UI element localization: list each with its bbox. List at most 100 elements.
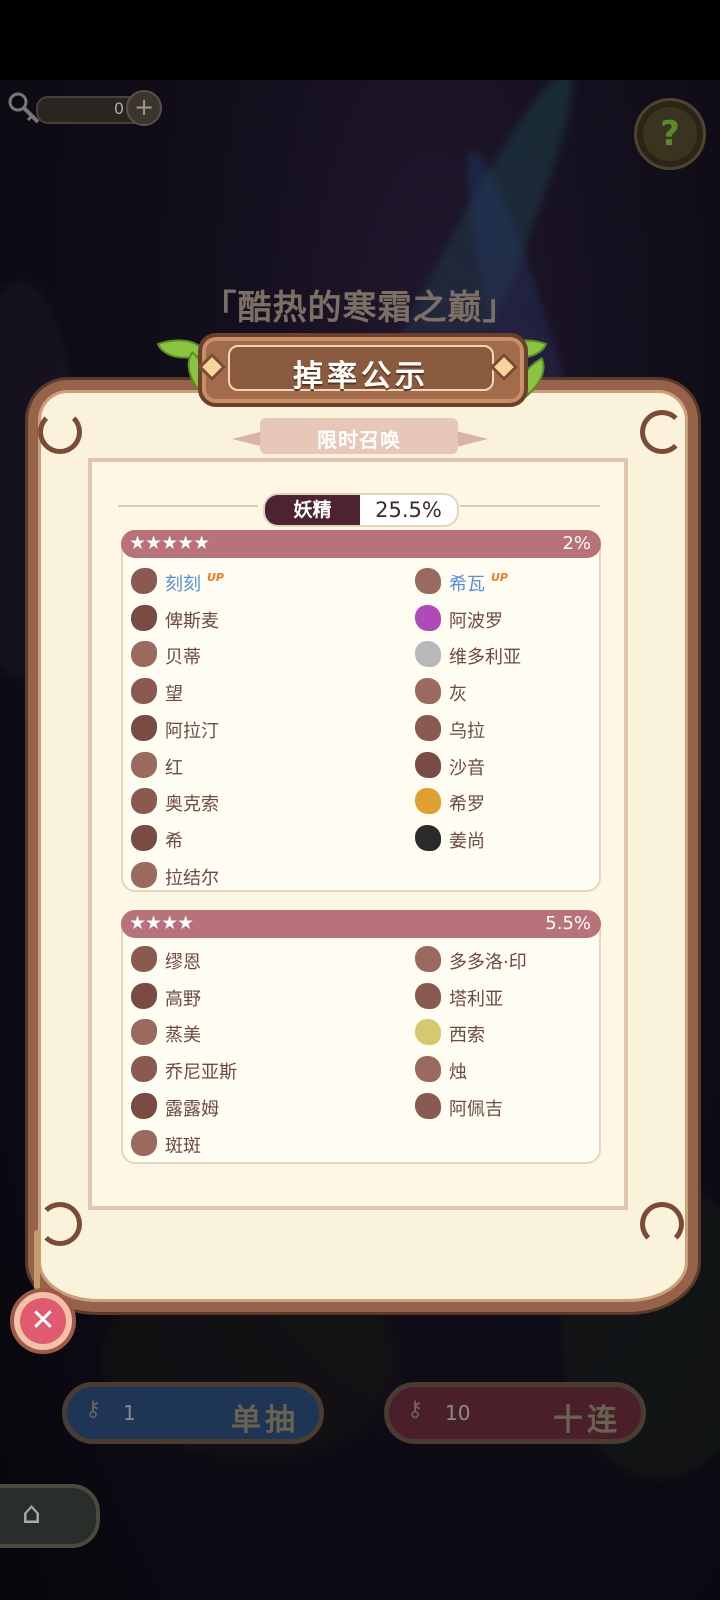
title-plate: 掉率公示 (198, 333, 528, 407)
reward-item-name: 高野 (165, 988, 201, 1010)
reward-item-name: 贝蒂 (165, 647, 201, 669)
corner-ornament-icon (640, 410, 684, 454)
reward-item: 西索 (415, 1017, 665, 1049)
flower-icon (131, 1056, 157, 1083)
reward-item: 希罗 (415, 786, 665, 818)
lamp-icon (131, 714, 157, 741)
reward-item-name: 拉结尔 (165, 867, 219, 889)
divider-right (460, 505, 600, 507)
reward-item: 贝蒂 (131, 639, 381, 671)
reward-item-name: 望 (165, 684, 183, 706)
reward-item-name: 刻刻 (165, 574, 201, 595)
reward-item-name: 乔尼亚斯 (165, 1062, 237, 1084)
tier-rate: 2% (562, 533, 591, 554)
key-count: 0 (113, 99, 124, 118)
reward-item-name: 缪恩 (165, 952, 201, 973)
glasses-icon (415, 1092, 441, 1119)
plate-icon (415, 641, 441, 668)
reward-item: 奥克索 (131, 786, 381, 818)
reward-item-name: 维多利亚 (449, 647, 521, 669)
hammer-icon (131, 982, 157, 1009)
category-rate: 25.5% (375, 498, 442, 522)
reward-item: 烛 (415, 1054, 665, 1086)
reward-item-name: 希罗 (449, 794, 485, 816)
bun-icon (131, 1019, 157, 1046)
drum-icon (131, 1129, 157, 1156)
reward-item: 乌拉 (415, 713, 665, 745)
reward-item-name: 多多洛·印 (449, 952, 527, 973)
status-bar (0, 0, 720, 80)
category-name: 妖精 (265, 495, 360, 525)
bead-chain-icon (131, 568, 157, 594)
title-plate-inner: 掉率公示 (228, 345, 494, 394)
reward-item-name: 塔利亚 (449, 988, 503, 1010)
reward-item: 阿波罗 (415, 603, 665, 635)
tape-roll-icon (415, 1019, 441, 1046)
key-icon: ⚷ (85, 1397, 102, 1422)
test-tube-icon (131, 1092, 157, 1119)
reward-item: 乔尼亚斯 (131, 1054, 381, 1086)
up-badge: UP (207, 571, 224, 584)
reward-item-name: 灰 (449, 684, 467, 706)
reward-item-name: 姜尚 (449, 830, 485, 852)
draw-cost: 10 (445, 1401, 471, 1425)
reward-item-name: 烛 (449, 1062, 467, 1084)
feather-icon (131, 861, 157, 888)
swirl-icon (131, 788, 157, 815)
draw-label: 十连 (553, 1403, 621, 1438)
reward-item: 蒸美 (131, 1017, 381, 1049)
reward-item-name: 阿拉汀 (165, 720, 219, 742)
scroll-icon (131, 678, 157, 705)
reward-item: 拉结尔 (131, 860, 381, 892)
reward-item: 希瓦 UP (415, 566, 665, 598)
corner-ornament-icon (38, 410, 82, 454)
reward-item-name: 阿佩吉 (449, 1098, 503, 1120)
close-icon: ✕ (20, 1298, 66, 1344)
scissors-icon (131, 641, 157, 668)
reward-item: 阿拉汀 (131, 713, 381, 745)
reward-item: 维多利亚 (415, 639, 665, 671)
ten-draw-button[interactable]: ⚷ 10 十连 (384, 1382, 646, 1444)
add-key-button[interactable]: + (126, 90, 162, 126)
tier-header: ★★★★ 5.5% (121, 910, 601, 938)
reward-item: 高野 (131, 981, 381, 1013)
reward-item: 阿佩吉 (415, 1091, 665, 1123)
reward-item: 红 (131, 750, 381, 782)
key-counter: 0 + (6, 90, 164, 126)
reward-item-name: 俾斯麦 (165, 610, 219, 632)
tier-header: ★★★★★ 2% (121, 530, 601, 558)
banner-title: 「酷热的寒霜之巅」 (202, 288, 518, 328)
single-draw-button[interactable]: ⚷ 1 单抽 (62, 1382, 324, 1444)
key-icon: ⚷ (407, 1397, 424, 1422)
basket-icon (131, 751, 157, 778)
crown-icon (415, 788, 441, 815)
home-button[interactable]: ⌂ (0, 1484, 100, 1548)
draw-cost: 1 (123, 1401, 136, 1425)
reward-item: 沙音 (415, 750, 665, 782)
chess-piece-icon (131, 946, 157, 972)
home-icon: ⌂ (22, 1496, 42, 1531)
reward-item-name: 奥克索 (165, 794, 219, 816)
reward-item-name: 露露姆 (165, 1098, 219, 1120)
reward-item: 斑斑 (131, 1128, 381, 1160)
reward-item: 露露姆 (131, 1091, 381, 1123)
star-rating-icon: ★★★★ (129, 912, 194, 934)
reward-item-name: 蒸美 (165, 1025, 201, 1047)
reward-item: 多多洛·印 (415, 944, 665, 976)
reward-item-name: 斑斑 (165, 1135, 201, 1157)
divider-left (118, 505, 258, 507)
help-button[interactable]: ? (634, 98, 706, 170)
question-icon: ? (660, 114, 680, 154)
bottle-icon (415, 714, 441, 741)
draw-label: 单抽 (231, 1403, 299, 1438)
close-button[interactable]: ✕ (10, 1288, 76, 1354)
reward-item: 塔利亚 (415, 981, 665, 1013)
reward-item: 望 (131, 676, 381, 708)
reward-item-name: 西索 (449, 1025, 485, 1047)
cage-icon (415, 751, 441, 778)
reward-item-name: 乌拉 (449, 720, 485, 742)
knife-icon (415, 982, 441, 1009)
reward-item: 刻刻 UP (131, 566, 381, 598)
reward-item: 缪恩 (131, 944, 381, 976)
category-pill: 妖精 25.5% (263, 493, 459, 527)
